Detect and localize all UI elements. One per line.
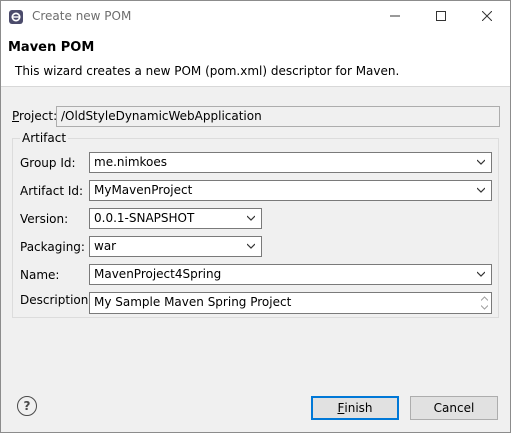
chevron-up-icon — [480, 296, 488, 301]
name-value: MavenProject4Spring — [94, 267, 222, 281]
packaging-value: war — [94, 239, 117, 253]
chevron-down-icon[interactable] — [477, 270, 485, 278]
packaging-combo[interactable]: war — [89, 236, 262, 257]
close-icon — [482, 11, 492, 21]
project-label-mnemonic: P — [12, 109, 20, 123]
name-label: Name: — [20, 268, 60, 282]
scroll-up-button[interactable] — [478, 294, 490, 303]
maximize-button[interactable] — [418, 1, 464, 31]
packaging-label: Packaging: — [20, 240, 85, 254]
dialog-window: Create new POM Maven POM This wizard cre… — [0, 0, 511, 433]
finish-label-text: inish — [344, 401, 373, 415]
version-value: 0.0.1-SNAPSHOT — [94, 211, 195, 225]
close-button[interactable] — [464, 1, 510, 31]
chevron-down-icon[interactable] — [477, 158, 485, 166]
description-textarea[interactable]: My Sample Maven Spring Project — [89, 292, 492, 314]
artifact-id-value: MyMavenProject — [94, 183, 193, 197]
help-button[interactable]: ? — [17, 396, 37, 416]
eclipse-app-icon — [9, 10, 23, 24]
wizard-description: This wizard creates a new POM (pom.xml) … — [15, 64, 400, 78]
project-field: /OldStyleDynamicWebApplication — [56, 106, 500, 127]
cancel-button[interactable]: Cancel — [410, 396, 498, 420]
chevron-down-icon[interactable] — [247, 242, 255, 250]
chevron-down-icon[interactable] — [477, 186, 485, 194]
description-label: Description: — [20, 293, 93, 307]
version-label: Version: — [20, 212, 69, 226]
window-title: Create new POM — [32, 9, 132, 23]
version-combo[interactable]: 0.0.1-SNAPSHOT — [89, 208, 262, 229]
minimize-button[interactable] — [372, 1, 418, 31]
title-bar[interactable]: Create new POM — [1, 1, 510, 31]
help-icon: ? — [23, 399, 31, 413]
project-label-text: roject: — [19, 109, 58, 123]
finish-button[interactable]: Finish — [311, 396, 399, 420]
description-value: My Sample Maven Spring Project — [94, 295, 292, 309]
group-id-value: me.nimkoes — [94, 155, 168, 169]
project-label: Project: — [12, 109, 57, 123]
artifact-group-title: Artifact — [20, 131, 69, 145]
group-id-combo[interactable]: me.nimkoes — [89, 152, 492, 173]
name-combo[interactable]: MavenProject4Spring — [89, 264, 492, 285]
chevron-down-icon[interactable] — [247, 214, 255, 222]
artifact-id-label: Artifact Id: — [20, 184, 84, 198]
wizard-header: Maven POM This wizard creates a new POM … — [1, 31, 510, 87]
chevron-down-icon — [480, 305, 488, 310]
group-id-label: Group Id: — [20, 156, 76, 170]
wizard-title: Maven POM — [8, 40, 95, 55]
scroll-down-button[interactable] — [478, 303, 490, 312]
minimize-icon — [390, 15, 400, 17]
project-value: /OldStyleDynamicWebApplication — [61, 109, 262, 123]
cancel-label: Cancel — [433, 401, 475, 415]
finish-label-mnemonic: F — [337, 401, 345, 415]
artifact-id-combo[interactable]: MyMavenProject — [89, 180, 492, 201]
maximize-icon — [436, 11, 446, 21]
